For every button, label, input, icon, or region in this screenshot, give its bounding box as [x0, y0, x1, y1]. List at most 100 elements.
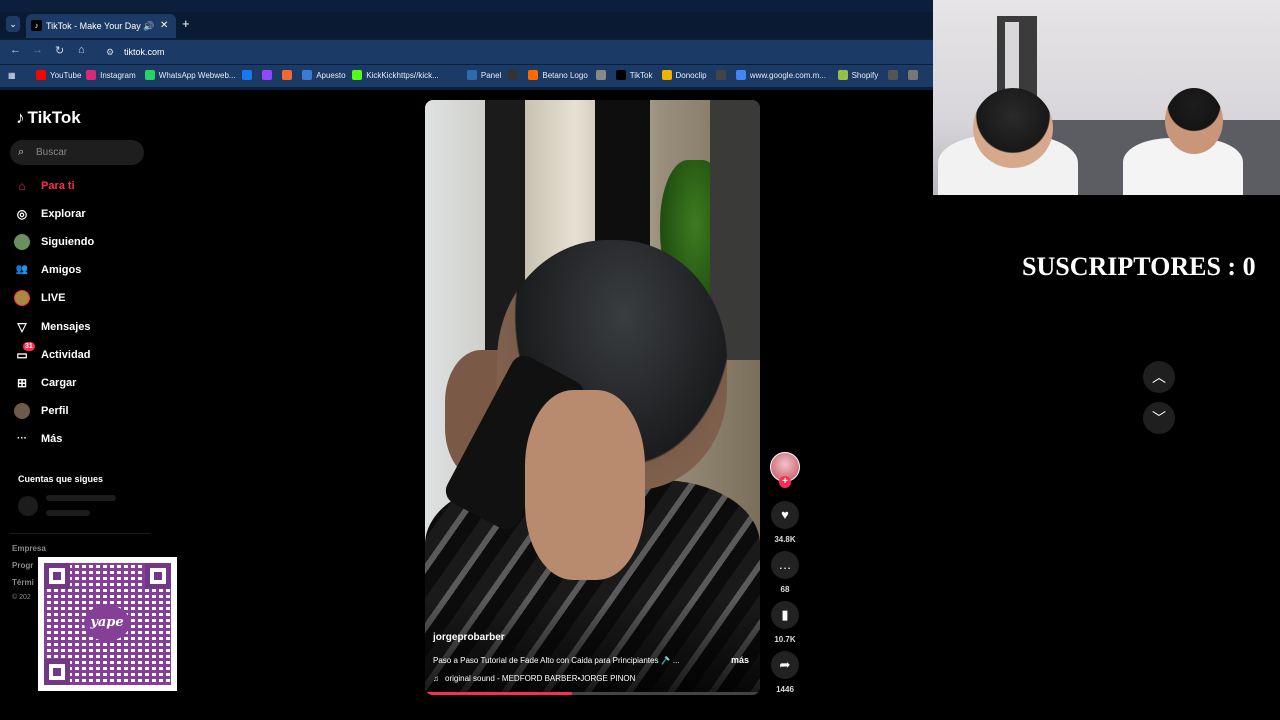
search-placeholder: Buscar — [36, 147, 68, 158]
more-dots-icon: ··· — [17, 433, 27, 444]
bookmark-favicon-icon — [508, 70, 519, 80]
bookmark-item[interactable] — [282, 70, 296, 82]
bookmark-item[interactable]: Betano Logo — [528, 70, 588, 82]
sidebar-item-cargar[interactable]: ⊞ Cargar — [14, 373, 77, 393]
sidebar-item-explorar[interactable]: ◎ Explorar — [14, 204, 86, 224]
upload-icon: ⊞ — [16, 376, 28, 390]
sidebar-item-para-ti[interactable]: ⌂ Para ti — [14, 176, 75, 196]
reload-icon[interactable]: ↻ — [55, 44, 64, 57]
sidebar-item-label: Cargar — [41, 377, 77, 389]
like-button[interactable]: ♥ — [771, 501, 799, 529]
bookmark-item[interactable] — [242, 70, 256, 82]
bookmark-item[interactable] — [595, 70, 610, 82]
copyright-text: © 202 — [12, 594, 31, 601]
heart-icon: ♥ — [781, 507, 789, 522]
bookmark-label: Panel — [480, 71, 502, 80]
bookmark-favicon-icon — [466, 70, 477, 80]
bookmark-favicon-icon — [144, 70, 155, 80]
forward-icon[interactable]: → — [32, 44, 43, 56]
webcam-person-right-head — [1165, 88, 1223, 154]
home-icon[interactable]: ⌂ — [78, 44, 85, 56]
save-button[interactable]: ▮ — [771, 601, 799, 629]
sidebar-item-label: Siguiendo — [41, 236, 95, 248]
new-tab-button[interactable]: + — [182, 16, 190, 32]
footer-link-empresa[interactable]: Empresa — [12, 544, 46, 553]
bookmark-item[interactable] — [262, 70, 276, 82]
bookmark-label: www.google.com.m... — [749, 71, 826, 80]
bookmark-favicon-icon — [36, 70, 46, 80]
home-icon: ⌂ — [18, 179, 26, 193]
following-accounts-heading: Cuentas que sigues — [18, 474, 104, 484]
video-username[interactable]: jorgeprobarber — [433, 632, 505, 643]
address-row: ← → ↻ ⌂ ⚙ tiktok.com — [0, 40, 933, 64]
bookmark-favicon-icon — [595, 70, 606, 80]
sidebar-item-perfil[interactable]: ● Perfil — [14, 401, 69, 421]
bookmark-item[interactable]: Instagram — [86, 70, 136, 82]
chevron-up-icon: ︿ — [1152, 369, 1166, 385]
bookmark-favicon-icon — [887, 70, 898, 80]
bookmark-favicon-icon — [282, 70, 293, 80]
bookmark-item[interactable]: YouTube — [36, 70, 81, 82]
qr-finder — [145, 563, 171, 589]
sidebar-item-mensajes[interactable]: ▽ Mensajes — [14, 317, 91, 337]
bookmark-item[interactable]: Panel — [466, 70, 502, 82]
bookmark-item[interactable] — [715, 70, 730, 82]
sidebar-item-label: Amigos — [41, 264, 82, 276]
like-count: 34.8K — [774, 535, 796, 544]
bookmarks-bar: ▦ YouTube Instagram WhatsApp Webweb... Apue… — [0, 65, 933, 87]
bookmark-item[interactable] — [508, 70, 522, 82]
sidebar-item-actividad[interactable]: ▭ 31 Actividad — [14, 342, 91, 365]
tiktok-note-icon: ♪ — [16, 108, 25, 127]
tab-close-icon[interactable]: ✕ — [160, 14, 168, 38]
tiktok-logo[interactable]: ♪ TikTok — [16, 108, 81, 128]
bookmark-item[interactable]: Apuesto — [302, 70, 346, 82]
sidebar-item-live[interactable]: ● LIVE — [14, 288, 65, 308]
bookmark-item[interactable]: Donoclip — [661, 70, 707, 82]
sidebar-item-amigos[interactable]: 👥 Amigos — [14, 260, 82, 280]
share-button[interactable]: ➦ — [771, 651, 799, 679]
sidebar-item-siguiendo[interactable]: ● Siguiendo — [14, 232, 94, 252]
bookmark-item[interactable]: www.google.com.m... — [735, 70, 826, 82]
qr-pattern: yape — [44, 563, 171, 685]
video-player[interactable]: jorgeprobarber Paso a Paso Tutorial de F… — [425, 100, 760, 695]
save-count: 10.7K — [774, 635, 796, 644]
activity-badge: 31 — [23, 342, 35, 351]
sidebar-item-label: Para ti — [41, 180, 75, 192]
bookmark-item[interactable]: WhatsApp Webweb... — [144, 70, 236, 82]
previous-video-button[interactable]: ︿ — [1143, 361, 1175, 393]
description-more-link[interactable]: más — [731, 655, 749, 665]
speaker-icon[interactable]: 🔊 — [143, 14, 154, 38]
footer-link-programas[interactable]: Progr — [12, 561, 33, 570]
friends-icon: 👥 — [15, 264, 29, 275]
tab-search-button[interactable]: ⌄ — [6, 16, 20, 32]
follow-plus-icon[interactable]: + — [779, 476, 791, 488]
bookmark-icon: ▮ — [781, 607, 789, 622]
bookmark-item[interactable]: Shopify — [837, 70, 878, 82]
bookmark-favicon-icon — [242, 70, 253, 80]
sidebar-item-label: Mensajes — [41, 321, 91, 333]
video-progress-bar[interactable] — [425, 692, 760, 695]
sidebar-divider — [10, 533, 150, 534]
video-sound[interactable]: ♫ original sound - MEDFORD BARBER•JORGE P… — [433, 674, 635, 683]
bookmark-item[interactable] — [887, 70, 902, 82]
sidebar-item-mas[interactable]: ··· Más — [14, 429, 62, 449]
next-video-button[interactable]: ﹀ — [1143, 402, 1175, 434]
comment-button[interactable]: … — [771, 551, 799, 579]
tab-tiktok[interactable]: ♪ TikTok - Make Your Day 🔊 ✕ — [26, 14, 176, 38]
address-bar[interactable]: ⚙ tiktok.com — [96, 42, 926, 62]
bookmark-favicon-icon — [86, 70, 97, 80]
bookmark-favicon-icon — [528, 70, 539, 80]
live-avatar-icon: ● — [14, 290, 30, 306]
bookmark-item[interactable]: KickKickhttps//kick... — [352, 70, 439, 82]
footer-link-terminos[interactable]: Térmi — [12, 578, 34, 587]
bookmark-item[interactable]: TikTok — [615, 70, 653, 82]
search-input[interactable]: ⌕ Buscar — [10, 140, 144, 165]
bookmark-favicon-icon — [352, 70, 363, 80]
bookmark-item[interactable] — [907, 70, 922, 82]
tab-title: TikTok - Make Your Day — [46, 21, 141, 31]
apps-grid-icon[interactable]: ▦ — [8, 70, 16, 82]
site-info-icon[interactable]: ⚙ — [106, 42, 114, 62]
bookmark-favicon-icon — [615, 70, 626, 80]
bookmark-favicon-icon — [837, 70, 848, 80]
back-icon[interactable]: ← — [10, 44, 21, 56]
